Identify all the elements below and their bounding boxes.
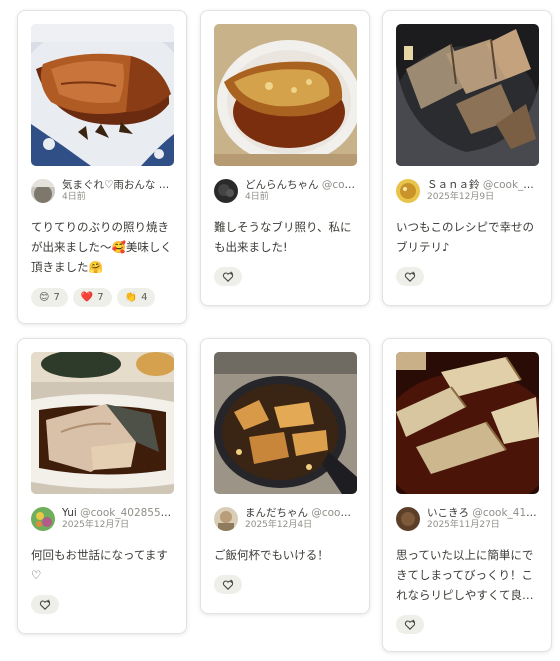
dish-photo[interactable] (31, 24, 174, 166)
tsukurepo-card[interactable]: Ｓａｎａ鈴 @cook_4... 2025年12月9日 いつもこのレシピで幸せの… (382, 10, 552, 306)
dish-photo[interactable] (214, 352, 357, 494)
reaction-count: 4 (141, 292, 148, 303)
post-date: 4日前 (245, 192, 269, 203)
comment-text: いつもこのレシピで幸せのブリテリ♪ (396, 220, 534, 254)
user-name[interactable]: どんらんちゃん (245, 179, 319, 191)
add-reaction-button[interactable] (214, 267, 242, 286)
add-reaction-button[interactable] (31, 595, 59, 614)
comment-text: 何回もお世話になってます♡ (31, 548, 168, 582)
post-date: 2025年11月27日 (427, 520, 500, 531)
user-avatar[interactable] (31, 507, 55, 531)
reaction-count: 7 (53, 292, 60, 303)
user-name[interactable]: いこきろ (427, 507, 469, 519)
dish-photo[interactable] (396, 352, 539, 494)
dish-photo[interactable] (214, 24, 357, 166)
tsukurepo-card[interactable]: Yui @cook_40285521 2025年12月7日 何回もお世話になって… (17, 338, 187, 634)
reaction-count: 7 (97, 292, 104, 303)
user-avatar[interactable] (214, 507, 238, 531)
add-reaction-heart-icon (39, 599, 51, 610)
reaction-pill-smile[interactable]: 😊 7 (31, 288, 68, 307)
heart-emoji-icon: ❤️ (80, 291, 94, 303)
user-avatar[interactable] (396, 507, 420, 531)
user-name[interactable]: Ｓａｎａ鈴 (427, 179, 480, 191)
user-name[interactable]: まんだちゃん (245, 507, 308, 519)
tsukurepo-card[interactable]: どんらんちゃん @cook_... 4日前 難しそうなブリ照り、私にも出来ました… (200, 10, 370, 306)
comment-text: 難しそうなブリ照り、私にも出来ました! (214, 220, 352, 254)
dish-photo[interactable] (31, 352, 174, 494)
reaction-pill-heart[interactable]: ❤️ 7 (72, 288, 112, 307)
post-date: 2025年12月7日 (62, 520, 130, 531)
post-date: 2025年12月9日 (427, 192, 495, 203)
reaction-pill-clap[interactable]: 👏 4 (116, 288, 156, 307)
tsukurepo-card[interactable]: 気まぐれ♡雨おんな @cook_... 4日前 てりてりのぶりの照り焼きが出来ま… (17, 10, 187, 324)
add-reaction-heart-icon (222, 579, 234, 590)
add-reaction-button[interactable] (396, 615, 424, 634)
comment-text: ご飯何杯でもいける！ (214, 548, 329, 562)
user-name[interactable]: Yui (62, 507, 77, 519)
user-avatar[interactable] (31, 179, 55, 203)
user-handle: @cook_... (311, 507, 356, 520)
user-handle: @cook_411... (472, 507, 538, 520)
post-date: 2025年12月4日 (245, 520, 313, 531)
user-name[interactable]: 気まぐれ♡雨おんな (62, 179, 155, 191)
smile-emoji-icon: 😊 (39, 291, 50, 303)
add-reaction-heart-icon (404, 271, 416, 282)
user-handle: @cook_... (321, 179, 356, 192)
user-avatar[interactable] (396, 179, 420, 203)
add-reaction-heart-icon (222, 271, 234, 282)
add-reaction-button[interactable] (214, 575, 242, 594)
dish-photo[interactable] (396, 24, 539, 166)
clap-emoji-icon: 👏 (124, 291, 138, 303)
user-handle: @cook_4... (482, 179, 538, 192)
user-avatar[interactable] (214, 179, 238, 203)
user-handle: @cook_... (158, 179, 173, 192)
reaction-list: 😊 7 ❤️ 7 👏 4 (31, 288, 173, 307)
comment-text: 思っていた以上に簡単にできてしまってびっくり！これならリピしやすくて良いですね (396, 548, 534, 602)
tsukurepo-card[interactable]: まんだちゃん @cook_... 2025年12月4日 ご飯何杯でもいける！ (200, 338, 370, 614)
tsukurepo-card[interactable]: いこきろ @cook_411... 2025年11月27日 思っていた以上に簡単… (382, 338, 552, 652)
add-reaction-heart-icon (404, 619, 416, 630)
user-handle: @cook_40285521 (80, 507, 173, 520)
comment-text: てりてりのぶりの照り焼きが出来ました〜🥰美味しく頂きました🤗 (31, 220, 172, 274)
add-reaction-button[interactable] (396, 267, 424, 286)
post-date: 4日前 (62, 192, 86, 203)
